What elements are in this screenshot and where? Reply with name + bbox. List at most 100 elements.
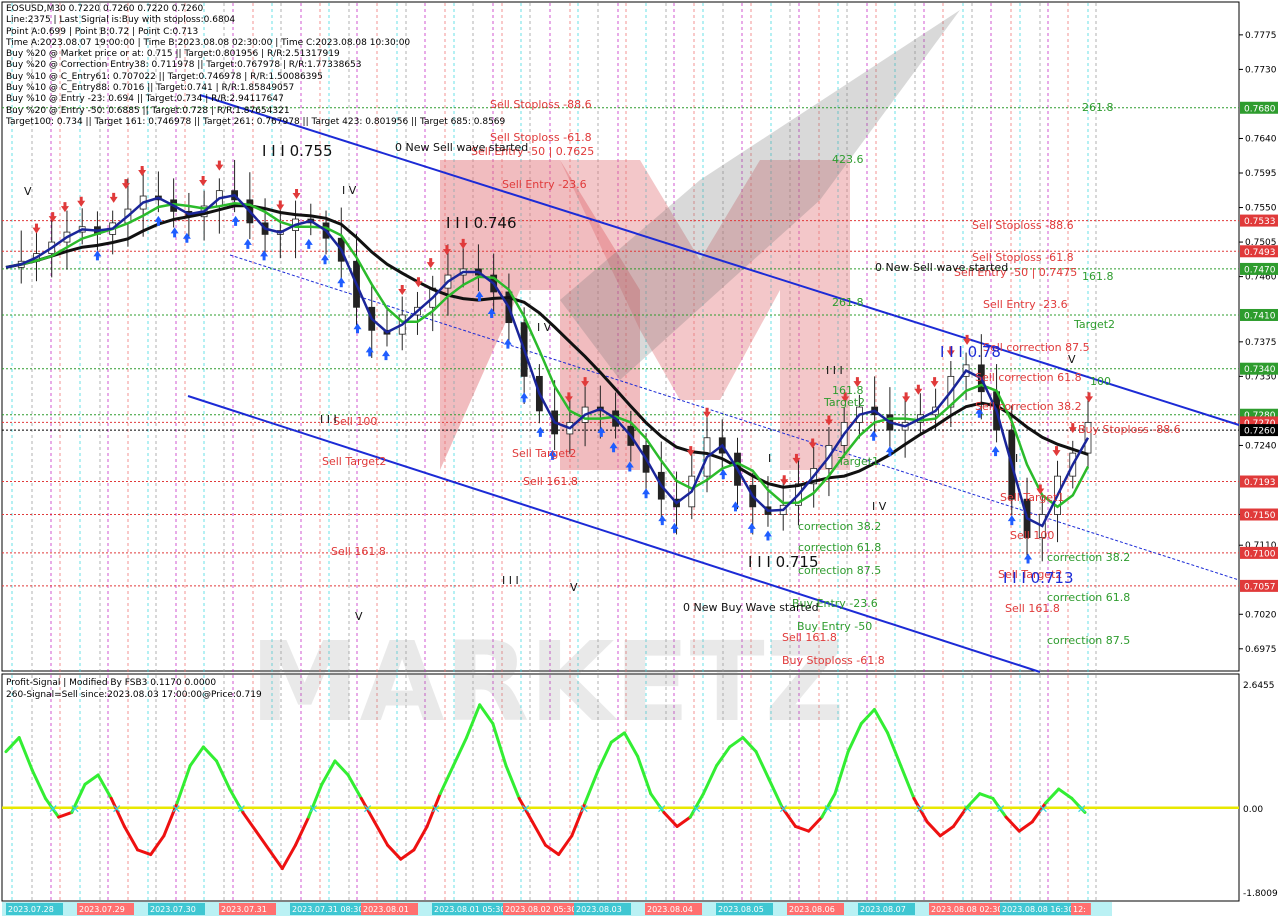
wave-annotation: I I I 0.78 [940, 343, 1001, 361]
indicator-signal: 260-Signal=Sell since:2023.08.03 17:00:0… [6, 690, 262, 700]
sell-annotation: Buy Stoploss -88.6 [1078, 423, 1181, 436]
indicator-info: Profit-Signal | Modified By FSB3 0.1170 … [6, 677, 262, 701]
sell-annotation: Sell correction 38.2 [975, 400, 1082, 413]
time-label: 2023.08.02 05:30 [505, 905, 576, 914]
price-tick-label: 0.7375 [1245, 338, 1277, 348]
wave-annotation: I I I [826, 364, 843, 377]
price-tick-label: 0.7595 [1245, 169, 1277, 179]
target-annotation: 261.8 [832, 296, 864, 309]
price-axis: 0.77750.77300.76400.75950.75500.75050.74… [1239, 31, 1278, 655]
wave-annotation: 0 New Buy Wave started [683, 601, 819, 614]
time-label: 2023.08.08 16:30 [1002, 905, 1073, 914]
price-level-label: 0.7193 [1244, 478, 1276, 488]
cross-marker-icon: ✕ [915, 802, 925, 816]
wave-annotation: V [570, 581, 578, 594]
target-annotation: Target1 [837, 455, 879, 468]
cross-marker-icon: ✕ [112, 802, 122, 816]
time-label: 2023.07.31 [221, 905, 267, 914]
watermark-text: MARKETZ [250, 618, 844, 746]
wave-annotation: I I I [502, 574, 519, 587]
time-label: 2023.07.31 08:30 [292, 905, 363, 914]
sell-annotation: Sell 100 [333, 415, 377, 428]
sell-annotation: Buy Stoploss -61.8 [782, 654, 885, 667]
cross-marker-icon: ✕ [778, 802, 788, 816]
price-level-label: 0.7680 [1244, 104, 1276, 114]
target-annotation: Target2 [1073, 318, 1115, 331]
time-label: 2023.08.03 [576, 905, 622, 914]
wave-annotation: V [355, 610, 363, 623]
wave-annotation: V [24, 185, 32, 198]
sell-annotation: Sell 161.8 [523, 475, 578, 488]
cross-marker-icon: ✕ [363, 802, 373, 816]
wave-annotation: I I I 0.746 [446, 214, 517, 232]
wave-annotation: I V [342, 184, 357, 197]
target-annotation: Target2 [823, 396, 865, 409]
oscillator-scale-label: 2.6455 [1243, 681, 1275, 691]
time-label: 2023.08.04 [647, 905, 693, 914]
target-annotation: correction 87.5 [1047, 634, 1130, 647]
wave-annotation: V [1068, 353, 1076, 366]
wave-annotation: I I I 0.755 [262, 142, 333, 160]
price-tick-label: 0.7640 [1245, 134, 1277, 144]
time-label: 2023.08.08 02:30 [931, 905, 1002, 914]
price-tick-label: 0.7240 [1245, 441, 1277, 451]
time-label: 12: [1073, 905, 1086, 914]
price-level-label: 0.7100 [1244, 549, 1276, 559]
price-level-label: 0.7057 [1244, 582, 1276, 592]
sell-annotation: Sell Target1 [1000, 491, 1064, 504]
wave-annotation: I [1015, 452, 1018, 465]
cross-marker-icon: ✕ [995, 802, 1005, 816]
price-level-label: 0.7260 [1244, 427, 1276, 437]
price-tick-label: 0.7550 [1245, 204, 1277, 214]
sell-annotation: Sell Stoploss -88.6 [490, 98, 592, 111]
target-annotation: 161.8 [1082, 270, 1114, 283]
sell-annotation: Sell Entry -23.6 [502, 178, 587, 191]
price-tick-label: 0.7020 [1245, 610, 1277, 620]
wave-annotation: 0 New Sell wave started [875, 261, 1008, 274]
wave-annotation: I I I 0.715 [748, 553, 819, 571]
price-level-label: 0.7470 [1244, 265, 1276, 275]
sell-annotation: Sell correction 61.8 [975, 371, 1082, 384]
time-label: 2023.07.30 [150, 905, 196, 914]
indicator-title: Profit-Signal | Modified By FSB3 0.1170 … [6, 678, 217, 688]
sell-annotation: Sell Target2 [322, 455, 386, 468]
time-label: 2023.08.06 [789, 905, 835, 914]
wave-annotation: I I I 0.713 [1003, 569, 1074, 587]
oscillator-scale-label: -1.8009 [1243, 889, 1278, 899]
cross-marker-icon: ✕ [823, 802, 833, 816]
time-axis: 2023.07.28 2023.07.29 2023.07.30 2023.07.31… [2, 902, 1112, 916]
wave-annotation: I V [537, 321, 552, 334]
sell-annotation: Sell 161.8 [331, 545, 386, 558]
cross-marker-icon: ✕ [308, 802, 318, 816]
target-annotation: 423.6 [832, 153, 864, 166]
wave-annotation: I V [872, 500, 887, 513]
time-label: 2023.07.28 [8, 905, 54, 914]
target-annotation: correction 38.2 [1047, 551, 1130, 564]
price-level-label: 0.7533 [1244, 217, 1276, 227]
target-annotation: correction 61.8 [1047, 591, 1130, 604]
sell-annotation: Sell 100 [1010, 529, 1054, 542]
price-level-label: 0.7410 [1244, 311, 1276, 321]
cross-marker-icon: ✕ [431, 802, 441, 816]
chart-window: { "window": {"symbol_line": "EOSUSD,M30 … [0, 0, 1280, 920]
oscillator-scale-label: 0.00 [1243, 805, 1263, 815]
target-annotation: 100 [1090, 375, 1111, 388]
cross-marker-icon: ✕ [1077, 802, 1087, 816]
wave-annotation: I [768, 452, 771, 465]
price-level-label: 0.7150 [1244, 511, 1276, 521]
cross-marker-icon: ✕ [520, 802, 530, 816]
cross-marker-icon: ✕ [48, 802, 58, 816]
time-label: 2023.08.01 05:30 [434, 905, 505, 914]
cross-marker-icon: ✕ [692, 802, 702, 816]
wave-annotation: 0 New Sell wave started [395, 141, 528, 154]
price-tick-label: 0.6975 [1245, 645, 1277, 655]
wave-annotation: I I I [320, 413, 337, 426]
target-annotation: 261.8 [1082, 101, 1114, 114]
sell-annotation: Sell Stoploss -88.6 [972, 219, 1074, 232]
sell-annotation: Sell Target2 [512, 447, 576, 460]
time-label: 2023.08.05 [718, 905, 764, 914]
price-chart[interactable]: MARKETZ Sell Stoploss -88.6 Sell Stoploss… [0, 0, 1280, 920]
price-tick-label: 0.7730 [1245, 65, 1277, 75]
time-label: 2023.07.29 [79, 905, 125, 914]
cross-marker-icon: ✕ [70, 802, 80, 816]
